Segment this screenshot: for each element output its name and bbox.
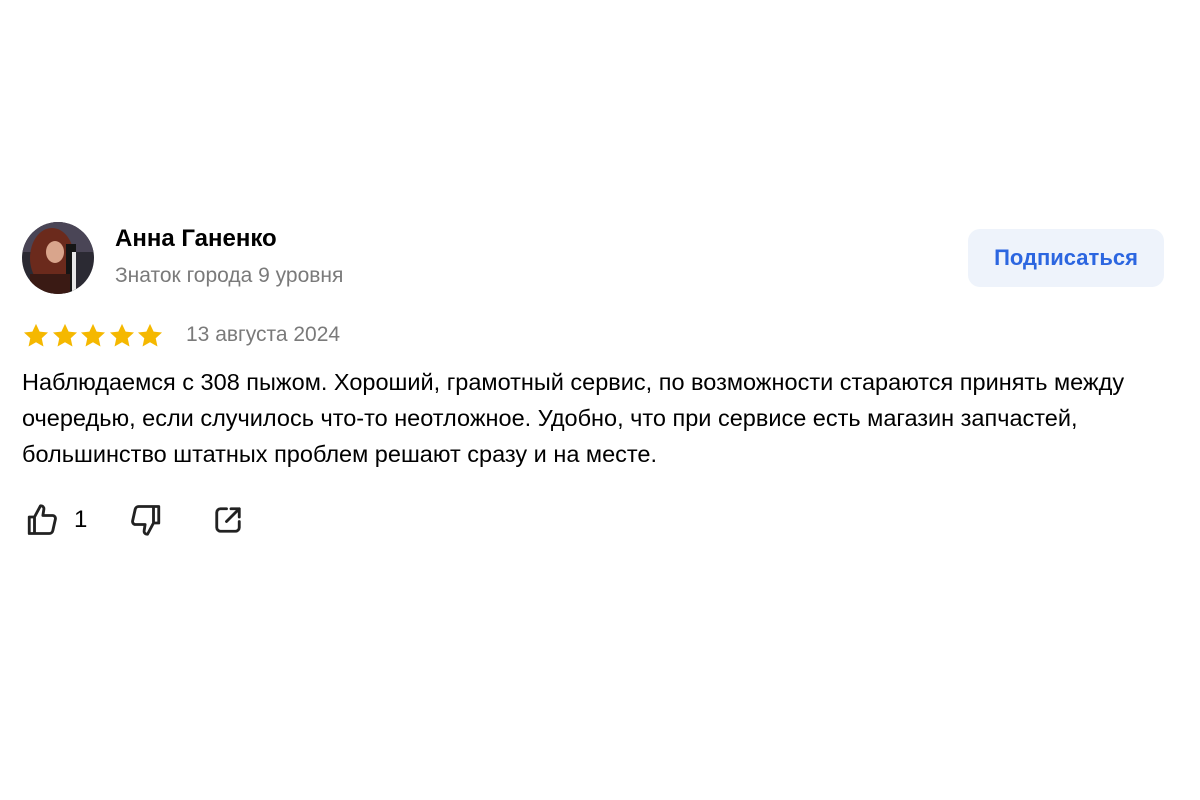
author-level: Знаток города 9 уровня [115, 264, 344, 287]
star-icon [52, 323, 77, 347]
like-count: 1 [74, 506, 88, 533]
share-icon [215, 507, 241, 533]
author-name[interactable]: Анна Ганенко [115, 225, 277, 253]
review-card: Анна Ганенко Знаток города 9 уровня Подп… [22, 222, 1168, 544]
review-date: 13 августа 2024 [186, 323, 341, 346]
review-actions: 1 [22, 500, 1168, 544]
subscribe-button[interactable]: Подписаться [968, 229, 1164, 287]
thumbs-up-icon [27, 504, 57, 535]
review-header: Анна Ганенко Знаток города 9 уровня Подп… [22, 222, 1168, 296]
share-button[interactable] [210, 500, 246, 540]
avatar-image [22, 222, 94, 294]
like-button[interactable]: 1 [24, 500, 87, 540]
dislike-button[interactable] [128, 500, 164, 540]
star-icon [80, 323, 106, 347]
star-icon [109, 323, 134, 347]
avatar[interactable] [22, 222, 94, 294]
review-meta: 13 августа 2024 [22, 322, 1168, 352]
star-icon [137, 323, 163, 347]
rating-stars [22, 322, 165, 350]
thumbs-down-icon [131, 505, 161, 536]
review-text: Наблюдаемся с 308 пыжом. Хороший, грамот… [22, 369, 1125, 467]
star-icon [23, 323, 49, 347]
